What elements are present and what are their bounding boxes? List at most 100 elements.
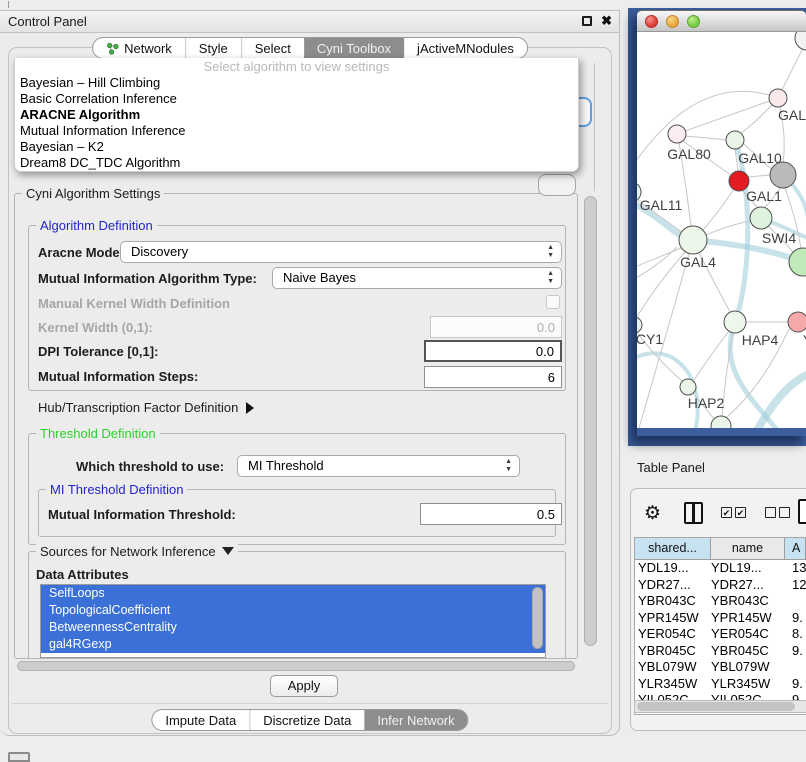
mi-threshold-label: Mutual Information Threshold: — [48, 507, 236, 522]
hub-tf-definition-label: Hub/Transcription Factor Definition — [38, 400, 238, 415]
scrollbar-thumb[interactable] — [17, 661, 575, 671]
cell: 12 — [785, 577, 806, 594]
attribute-item-selected[interactable]: TopologicalCoefficient — [41, 602, 545, 619]
manual-kernel-checkbox[interactable] — [546, 295, 560, 309]
node-gal-partial[interactable] — [769, 89, 787, 107]
attribute-item-selected[interactable]: SelfLoops — [41, 585, 545, 602]
minimized-window-icon[interactable] — [8, 752, 30, 762]
label-gal11: GAL11 — [640, 197, 683, 213]
table-header-row: shared... name A — [635, 538, 806, 560]
control-panel: Control Panel ✖ Network Style — [0, 10, 620, 736]
dropdown-item[interactable]: Dream8 DC_TDC Algorithm — [15, 155, 578, 171]
attribute-list-scrollbar[interactable] — [532, 587, 543, 649]
apply-button[interactable]: Apply — [270, 675, 338, 697]
dpi-tolerance-input[interactable] — [424, 340, 562, 362]
label-gal80: GAL80 — [667, 146, 711, 162]
which-threshold-select[interactable]: MI Threshold ▲▼ — [237, 455, 520, 477]
checked-box-icon[interactable]: ✔ — [721, 507, 732, 518]
expand-arrow-icon — [246, 402, 254, 414]
dropdown-item[interactable]: Mutual Information Inference — [15, 123, 578, 139]
covered-combobox-corner[interactable] — [538, 174, 576, 196]
cell: YBR043C — [711, 593, 785, 610]
scrollbar-thumb[interactable] — [637, 702, 795, 711]
node-gal4[interactable] — [679, 226, 707, 254]
network-canvas[interactable]: GAL GAL80 GAL10 GAL1 GAL11 SWI4 GAL4 GCY… — [637, 32, 806, 428]
mi-steps-input[interactable] — [424, 366, 562, 388]
table-row[interactable]: YDR27... YDR27... 12 — [635, 577, 806, 594]
tab-jactivemnodules[interactable]: jActiveMNodules — [404, 38, 527, 58]
label-gal-partial: GAL — [778, 107, 806, 123]
node-gal10[interactable] — [726, 131, 744, 149]
dropdown-item[interactable]: Bayesian – Hill Climbing — [15, 75, 578, 91]
settings-vertical-scrollbar[interactable] — [583, 194, 598, 659]
column-header-shared-name[interactable]: shared... — [635, 538, 711, 559]
hub-tf-definition-toggle[interactable]: Hub/Transcription Factor Definition — [38, 400, 254, 415]
split-columns-icon[interactable] — [684, 502, 703, 524]
table-row[interactable]: YBR043C YBR043C — [635, 593, 806, 610]
column-header-name[interactable]: name — [711, 538, 785, 559]
sources-legend[interactable]: Sources for Network Inference — [36, 544, 238, 559]
cell: YLR345W — [635, 676, 711, 693]
sources-legend-label: Sources for Network Inference — [40, 544, 216, 559]
table-row[interactable]: YBL079W YBL079W — [635, 659, 806, 676]
node-table: shared... name A YDL19... YDL19... 13 YD… — [634, 537, 806, 715]
unchecked-box-icon[interactable] — [779, 507, 790, 518]
column-header-partial[interactable]: A — [785, 538, 806, 559]
tab-impute-data[interactable]: Impute Data — [152, 710, 249, 730]
label-swi4: SWI4 — [762, 230, 796, 246]
manual-kernel-label: Manual Kernel Width Definition — [38, 296, 230, 311]
table-row[interactable]: YDL19... YDL19... 13 — [635, 560, 806, 577]
aracne-mode-select[interactable]: Discovery ▲▼ — [120, 241, 562, 263]
tab-cyni-toolbox[interactable]: Cyni Toolbox — [304, 38, 404, 58]
scrollbar-thumb[interactable] — [584, 196, 597, 646]
label-gal4: GAL4 — [680, 254, 716, 270]
control-panel-titlebar[interactable]: Control Panel ✖ — [0, 11, 619, 33]
mi-threshold-input[interactable] — [420, 503, 562, 525]
table-row[interactable]: YPR145W YPR145W 9. — [635, 610, 806, 627]
clipped-tab-edge — [8, 1, 9, 8]
kernel-width-input[interactable] — [430, 316, 562, 338]
gear-icon[interactable]: ⚙ — [644, 502, 661, 525]
node-gal80[interactable] — [668, 125, 686, 143]
zoom-traffic-icon[interactable] — [687, 15, 700, 28]
minimize-traffic-icon[interactable] — [666, 15, 679, 28]
table-horizontal-scrollbar[interactable] — [634, 700, 806, 713]
node-gal1[interactable] — [750, 207, 772, 229]
mi-type-select[interactable]: Naive Bayes ▲▼ — [272, 267, 562, 289]
table-row[interactable]: YLR345W YLR345W 9. — [635, 676, 806, 693]
tab-network[interactable]: Network — [93, 38, 185, 58]
dropdown-item[interactable]: Bayesian – K2 — [15, 139, 578, 155]
data-attributes-list[interactable]: SelfLoops TopologicalCoefficient Between… — [40, 584, 546, 658]
unchecked-box-icon[interactable] — [765, 507, 776, 518]
dropdown-item-selected[interactable]: ARACNE Algorithm — [15, 107, 578, 123]
attribute-item-selected[interactable]: gal4RGexp — [41, 636, 545, 653]
float-window-icon[interactable] — [582, 16, 592, 26]
tab-infer-network[interactable]: Infer Network — [364, 710, 467, 730]
node-hap2[interactable] — [680, 379, 696, 395]
algorithm-dropdown-list: Select algorithm to view settings Bayesi… — [14, 58, 579, 172]
table-row[interactable]: YBR045C YBR045C 9. — [635, 643, 806, 660]
node-swi4[interactable] — [789, 248, 806, 276]
tab-style[interactable]: Style — [185, 38, 241, 58]
attribute-item-selected[interactable]: BetweennessCentrality — [41, 619, 545, 636]
node-pink-right[interactable] — [788, 312, 806, 332]
cell: YPR145W — [635, 610, 711, 627]
which-threshold-label: Which threshold to use: — [76, 459, 224, 474]
tab-discretize-data[interactable]: Discretize Data — [249, 710, 364, 730]
table-row[interactable]: YER054C YER054C 8. — [635, 626, 806, 643]
node-partial-top[interactable] — [795, 32, 806, 50]
checked-box-icon[interactable]: ✔ — [735, 507, 746, 518]
tab-select[interactable]: Select — [241, 38, 304, 58]
dropdown-item[interactable]: Basic Correlation Inference — [15, 91, 578, 107]
settings-horizontal-scrollbar[interactable] — [16, 660, 578, 672]
node-partial-bottom[interactable] — [711, 416, 731, 428]
settings-bottom-divider — [12, 703, 608, 704]
stepper-icon: ▲▼ — [505, 458, 512, 474]
page-icon[interactable] — [798, 499, 806, 524]
node-hap4[interactable] — [724, 311, 746, 333]
close-traffic-icon[interactable] — [645, 15, 658, 28]
cell: 9. — [785, 643, 806, 660]
network-window-titlebar[interactable] — [637, 10, 806, 32]
application-window: Control Panel ✖ Network Style — [0, 0, 806, 762]
close-icon[interactable]: ✖ — [601, 13, 612, 29]
